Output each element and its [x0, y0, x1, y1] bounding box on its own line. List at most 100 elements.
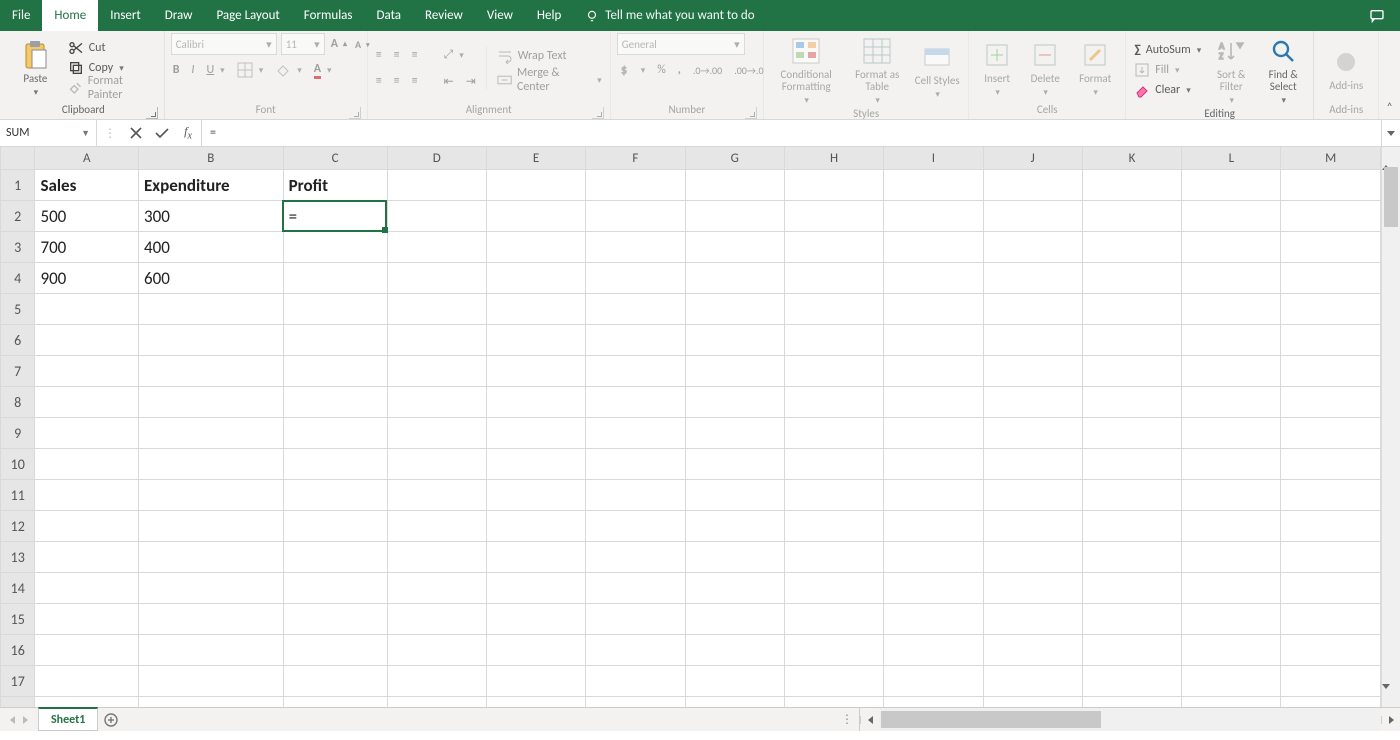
cell[interactable] — [283, 325, 387, 356]
column-header[interactable]: H — [784, 147, 883, 170]
cell[interactable] — [1281, 232, 1381, 263]
scroll-thumb[interactable] — [881, 711, 1101, 728]
cell[interactable] — [486, 263, 585, 294]
cell[interactable] — [884, 635, 983, 666]
cell[interactable] — [1281, 263, 1381, 294]
cell[interactable] — [1281, 604, 1381, 635]
cell[interactable] — [486, 387, 585, 418]
format-cells-button[interactable]: Format▾ — [1071, 37, 1119, 99]
cell[interactable] — [1281, 449, 1381, 480]
cell[interactable] — [138, 573, 283, 604]
column-header[interactable]: L — [1182, 147, 1281, 170]
cell[interactable] — [983, 294, 1082, 325]
cell[interactable] — [685, 325, 784, 356]
cell[interactable] — [784, 294, 883, 325]
cell[interactable] — [1082, 232, 1181, 263]
cell[interactable] — [283, 263, 387, 294]
cell[interactable] — [138, 387, 283, 418]
cell[interactable]: 500 — [35, 201, 139, 232]
cell[interactable] — [1182, 542, 1281, 573]
column-header[interactable]: M — [1281, 147, 1381, 170]
cell[interactable] — [138, 635, 283, 666]
cell[interactable] — [1281, 635, 1381, 666]
row-header[interactable]: 13 — [1, 542, 35, 573]
tab-split-handle[interactable]: ⋮ — [835, 708, 859, 731]
cell[interactable] — [784, 325, 883, 356]
cell[interactable] — [1182, 480, 1281, 511]
chevron-down-icon[interactable]: ▼ — [81, 128, 90, 139]
cell[interactable] — [387, 294, 486, 325]
expand-formula-bar-button[interactable] — [1381, 120, 1400, 146]
dialog-launcher-icon[interactable] — [349, 107, 361, 119]
cell[interactable] — [586, 325, 685, 356]
tab-draw[interactable]: Draw — [153, 0, 205, 31]
cell[interactable] — [486, 325, 585, 356]
cell[interactable] — [1182, 387, 1281, 418]
cell[interactable] — [884, 418, 983, 449]
select-all-corner[interactable] — [1, 147, 35, 170]
cell[interactable] — [138, 542, 283, 573]
cell[interactable] — [685, 356, 784, 387]
cell[interactable] — [35, 387, 139, 418]
cell[interactable] — [486, 635, 585, 666]
cell[interactable] — [387, 480, 486, 511]
cell[interactable] — [35, 418, 139, 449]
cell[interactable] — [784, 573, 883, 604]
cell[interactable] — [387, 697, 486, 708]
cell[interactable] — [486, 201, 585, 232]
cut-button[interactable]: Cut — [66, 38, 158, 58]
comma-button[interactable]: , — [676, 60, 683, 80]
tab-data[interactable]: Data — [365, 0, 414, 31]
cell[interactable] — [486, 294, 585, 325]
row-header[interactable]: 6 — [1, 325, 35, 356]
tab-formulas[interactable]: Formulas — [292, 0, 365, 31]
cell[interactable] — [35, 480, 139, 511]
cell[interactable] — [387, 418, 486, 449]
cell[interactable] — [1182, 666, 1281, 697]
cell[interactable] — [1281, 542, 1381, 573]
cell[interactable] — [1281, 170, 1381, 201]
cell[interactable]: 900 — [35, 263, 139, 294]
cell[interactable] — [1182, 449, 1281, 480]
cell[interactable]: 300 — [138, 201, 283, 232]
cell[interactable] — [283, 635, 387, 666]
cell[interactable] — [586, 573, 685, 604]
row-header[interactable]: 5 — [1, 294, 35, 325]
cell[interactable] — [586, 635, 685, 666]
delete-cells-button[interactable]: Delete▾ — [1023, 37, 1067, 99]
cell[interactable] — [983, 635, 1082, 666]
align-middle-button[interactable]: ≡ — [392, 45, 402, 65]
cell[interactable] — [784, 263, 883, 294]
sheet-tab-active[interactable]: Sheet1 — [38, 707, 98, 731]
row-header[interactable]: 18 — [1, 697, 35, 708]
dialog-launcher-icon[interactable] — [745, 107, 757, 119]
cell[interactable] — [35, 449, 139, 480]
column-header[interactable]: F — [586, 147, 685, 170]
cell[interactable] — [884, 325, 983, 356]
cell[interactable] — [138, 480, 283, 511]
cell[interactable] — [685, 635, 784, 666]
cell[interactable] — [283, 573, 387, 604]
cell[interactable] — [884, 542, 983, 573]
cell[interactable] — [685, 666, 784, 697]
cell[interactable] — [1082, 666, 1181, 697]
clear-button[interactable]: Clear▾ — [1132, 80, 1203, 100]
cell[interactable] — [586, 480, 685, 511]
cell[interactable] — [1082, 573, 1181, 604]
cell[interactable] — [884, 356, 983, 387]
row-header[interactable]: 10 — [1, 449, 35, 480]
accounting-format-button[interactable]: $▾ — [617, 60, 648, 80]
borders-button[interactable]: ▾ — [235, 60, 266, 80]
cell[interactable] — [1082, 263, 1181, 294]
cell[interactable] — [1082, 201, 1181, 232]
row-header[interactable]: 12 — [1, 511, 35, 542]
cell[interactable] — [884, 232, 983, 263]
row-header[interactable]: 17 — [1, 666, 35, 697]
cell[interactable] — [387, 635, 486, 666]
cell[interactable] — [1082, 356, 1181, 387]
cell[interactable] — [685, 263, 784, 294]
cell[interactable] — [1281, 356, 1381, 387]
cell[interactable] — [983, 480, 1082, 511]
cell[interactable] — [685, 511, 784, 542]
cell[interactable] — [35, 511, 139, 542]
